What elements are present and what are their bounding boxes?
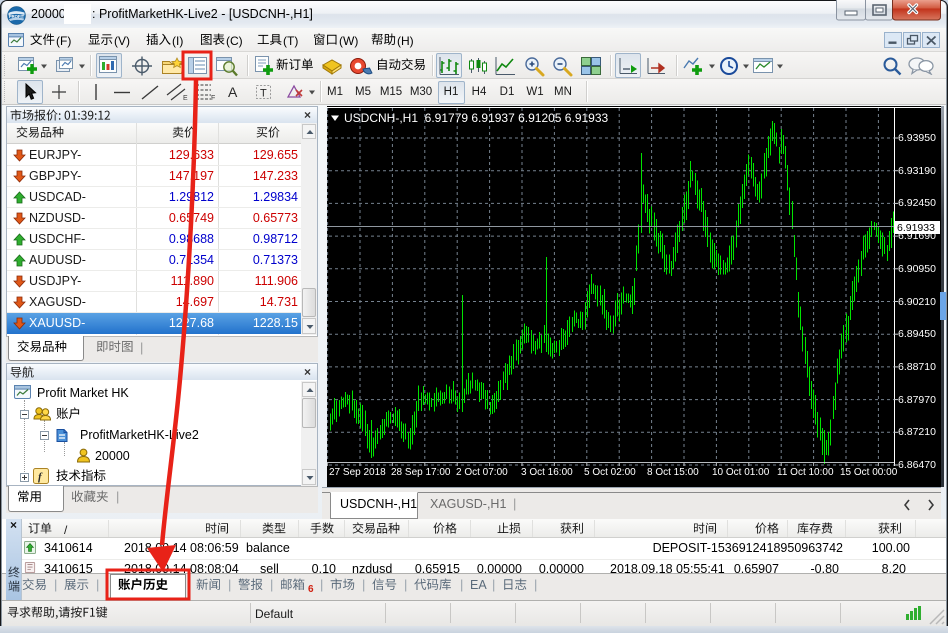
- svg-text:T: T: [260, 88, 267, 100]
- svg-text:F: F: [211, 95, 215, 102]
- svg-text:PROFIT: PROFIT: [9, 14, 25, 19]
- svg-text:E: E: [183, 95, 188, 102]
